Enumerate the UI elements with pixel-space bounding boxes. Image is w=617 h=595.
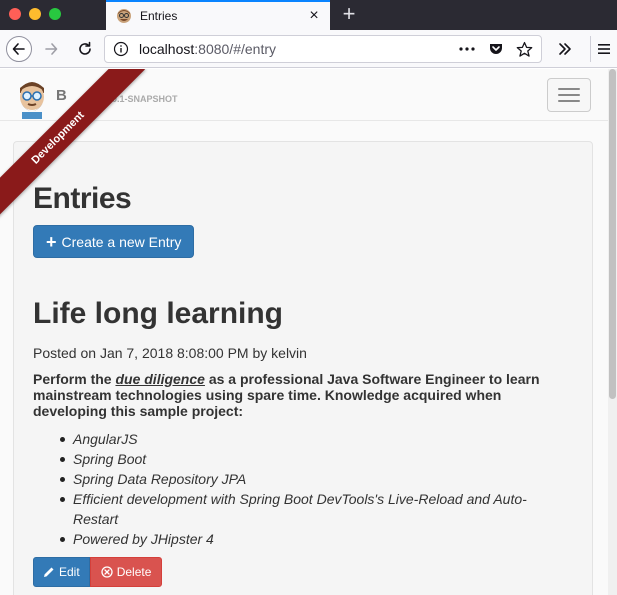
arrow-right-icon xyxy=(45,43,58,55)
entry-body-prefix: Perform the xyxy=(33,371,116,387)
app-brand[interactable]: B xyxy=(56,87,67,104)
pencil-icon xyxy=(44,567,54,577)
circle-x-icon xyxy=(101,566,113,578)
arrow-left-icon xyxy=(12,43,25,55)
app-header: B 0.1-SNAPSHOT xyxy=(0,69,608,121)
page-title: Entries xyxy=(33,182,132,215)
entry-meta: Posted on Jan 7, 2018 8:08:00 PM by kelv… xyxy=(33,345,307,361)
reload-icon xyxy=(79,41,91,55)
double-chevron-icon xyxy=(559,43,571,55)
create-entry-button[interactable]: + Create a new Entry xyxy=(33,225,195,258)
scrollbar-thumb[interactable] xyxy=(609,69,616,399)
jhipster-logo-icon[interactable] xyxy=(14,75,50,119)
delete-label: Delete xyxy=(116,565,152,579)
list-item: Efficient development with Spring Boot D… xyxy=(53,489,553,529)
plus-icon: + xyxy=(46,231,57,252)
minimize-window-button[interactable] xyxy=(29,8,41,20)
url-host: localhost xyxy=(139,41,195,57)
entry-body: Perform the due diligence as a professio… xyxy=(33,371,578,419)
entry-title[interactable]: Life long learning xyxy=(33,297,283,331)
forward-button[interactable] xyxy=(38,36,64,62)
hamburger-icon xyxy=(597,44,610,54)
list-item: Spring Boot xyxy=(53,449,553,469)
entry-list: AngularJS Spring Boot Spring Data Reposi… xyxy=(53,429,553,549)
close-window-button[interactable] xyxy=(9,8,21,20)
list-item: AngularJS xyxy=(53,429,553,449)
browser-tab-entries[interactable]: Entries × xyxy=(106,0,330,30)
edit-label: Edit xyxy=(59,565,80,579)
tab-title: Entries xyxy=(140,9,178,23)
toggle-bar xyxy=(558,94,580,96)
url-path: :8080/#/entry xyxy=(194,41,276,57)
create-entry-label: Create a new Entry xyxy=(61,233,182,250)
browser-titlebar: Entries × + xyxy=(0,0,617,30)
app-version: 0.1-SNAPSHOT xyxy=(112,94,178,104)
new-tab-button[interactable]: + xyxy=(336,2,362,28)
page-scrollbar[interactable] xyxy=(608,69,617,595)
url-text[interactable]: localhost:8080/#/entry xyxy=(139,41,458,57)
info-icon[interactable] xyxy=(113,41,129,57)
url-actions xyxy=(458,41,533,58)
list-item: Powered by JHipster 4 xyxy=(53,529,553,549)
navbar-toggle-button[interactable] xyxy=(547,78,591,112)
star-icon[interactable] xyxy=(516,41,533,58)
delete-button[interactable]: Delete xyxy=(89,557,163,587)
zoom-window-button[interactable] xyxy=(49,8,61,20)
back-button[interactable] xyxy=(6,36,32,62)
tab-close-icon[interactable]: × xyxy=(304,7,324,25)
toggle-bar xyxy=(558,88,580,90)
toggle-bar xyxy=(558,100,580,102)
reload-button[interactable] xyxy=(72,36,98,62)
jhipster-favicon-icon xyxy=(117,9,131,23)
url-bar[interactable]: localhost:8080/#/entry xyxy=(104,35,542,63)
page-viewport: B 0.1-SNAPSHOT Entries + Create a new En… xyxy=(0,69,608,595)
overflow-button[interactable] xyxy=(552,36,578,62)
browser-menu-button[interactable] xyxy=(590,36,616,62)
edit-button[interactable]: Edit xyxy=(33,557,90,587)
entry-actions: Edit Delete xyxy=(33,557,163,587)
entry-body-emphasis: due diligence xyxy=(115,371,205,387)
pocket-icon[interactable] xyxy=(488,41,504,57)
list-item: Spring Data Repository JPA xyxy=(53,469,553,489)
more-dots-icon[interactable] xyxy=(458,41,476,57)
browser-navbar: localhost:8080/#/entry xyxy=(0,30,617,68)
